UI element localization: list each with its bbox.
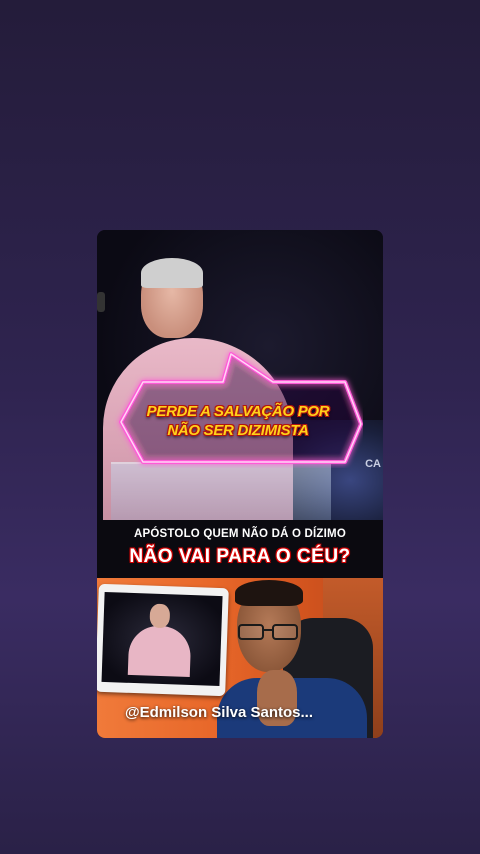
glasses-icon xyxy=(238,624,298,640)
tablet-speaker-head xyxy=(149,603,171,629)
bubble-text: PERDE A SALVAÇÃO POR NÃO SER DIZIMISTA xyxy=(143,402,333,440)
reaction-video-frame: @Edmilson Silva Santos... xyxy=(97,578,383,738)
bubble-line-1: PERDE A SALVAÇÃO POR xyxy=(146,403,330,420)
speaker-hair xyxy=(141,258,203,288)
podium xyxy=(111,462,331,522)
video-card[interactable]: CA PERDE A SALVAÇÃO POR NÃO SER DIZIMIST… xyxy=(97,230,383,738)
stage-corner-text: CA xyxy=(365,458,381,470)
tablet-speaker-body xyxy=(127,624,192,677)
creator-watermark: @Edmilson Silva Santos... xyxy=(125,704,314,721)
caption-line-1: APÓSTOLO QUEM NÃO DÁ O DÍZIMO xyxy=(134,528,346,540)
microphone xyxy=(97,292,105,312)
caption-line-2: NÃO VAI PARA O CÉU? xyxy=(129,546,351,567)
caption-band: APÓSTOLO QUEM NÃO DÁ O DÍZIMO NÃO VAI PA… xyxy=(97,520,383,578)
sermon-video-frame: CA PERDE A SALVAÇÃO POR NÃO SER DIZIMIST… xyxy=(97,230,383,522)
tablet-device xyxy=(97,583,229,697)
reactor-hair xyxy=(235,580,303,606)
bubble-line-2: NÃO SER DIZIMISTA xyxy=(167,422,309,439)
tablet-screen xyxy=(101,591,223,687)
